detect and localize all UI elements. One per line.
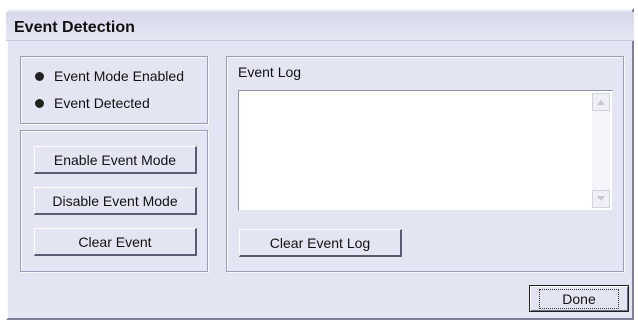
status-label: Event Mode Enabled	[54, 68, 184, 84]
done-button-label: Done	[539, 288, 619, 309]
clear-event-log-button[interactable]: Clear Event Log	[239, 229, 402, 257]
window-title: Event Detection	[14, 19, 135, 36]
enable-event-mode-button[interactable]: Enable Event Mode	[34, 146, 197, 174]
status-group: Event Mode Enabled Event Detected	[20, 56, 208, 124]
status-event-detected: Event Detected	[35, 95, 150, 111]
event-log-textarea[interactable]	[238, 90, 613, 211]
status-label: Event Detected	[54, 95, 150, 111]
scroll-up-button[interactable]	[592, 93, 610, 111]
scroll-up-icon	[597, 100, 605, 105]
event-log-label: Event Log	[238, 64, 302, 80]
done-button[interactable]: Done	[529, 285, 629, 312]
radio-dot-icon	[35, 98, 44, 108]
event-log-scrollbar[interactable]	[592, 93, 610, 208]
window-titlebar: Event Detection	[6, 12, 634, 41]
status-event-mode-enabled: Event Mode Enabled	[35, 68, 184, 84]
radio-dot-icon	[35, 71, 44, 81]
clear-event-button[interactable]: Clear Event	[34, 228, 197, 256]
disable-event-mode-button[interactable]: Disable Event Mode	[34, 187, 197, 215]
scroll-down-icon	[597, 196, 605, 201]
scroll-down-button[interactable]	[592, 190, 610, 208]
